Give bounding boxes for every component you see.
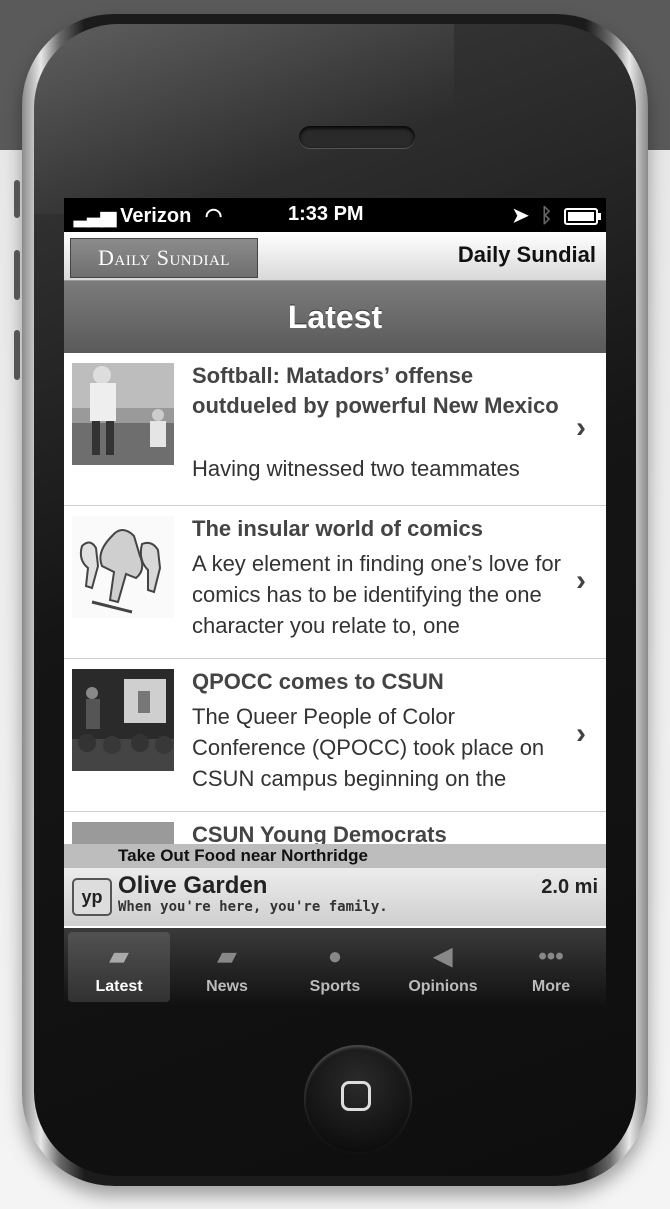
article-thumbnail — [72, 516, 174, 618]
tab-label: Opinions — [408, 978, 478, 995]
article-row-comics[interactable]: The insular world of comics A key elemen… — [64, 506, 606, 659]
ad-banner[interactable]: yp Olive Garden When you're here, you're… — [64, 868, 606, 926]
article-title: Softball: Matadors’ offense outdueled by… — [192, 363, 559, 418]
tab-label: Latest — [95, 978, 143, 995]
mute-switch[interactable] — [14, 180, 20, 218]
article-thumbnail — [72, 669, 174, 771]
tab-label: News — [206, 978, 248, 995]
ad-caption-bar[interactable]: Take Out Food near Northridge — [64, 844, 606, 868]
glass-reflection — [34, 24, 454, 214]
basketball-icon: ● — [327, 943, 343, 970]
tab-more[interactable]: ••• More — [500, 932, 602, 1002]
brand-header: Daily Sundial Daily Sundial — [64, 232, 606, 281]
battery-icon — [564, 208, 601, 226]
wifi-icon: ◠ — [204, 205, 223, 227]
article-thumbnail — [72, 363, 174, 465]
screen: ▂▃▅ Verizon ◠ 1:33 PM ➤ ᛒ Daily Sundial D… — [64, 198, 606, 1006]
ad-distance: 2.0 mi — [541, 876, 598, 898]
more-dots-icon: ••• — [538, 943, 564, 970]
carrier-group: ▂▃▅ Verizon ◠ — [74, 203, 222, 228]
status-time: 1:33 PM — [288, 203, 364, 225]
chevron-right-icon: › — [576, 411, 586, 444]
app-title: Daily Sundial — [457, 242, 596, 267]
page-title: Latest — [287, 299, 383, 335]
earpiece-speaker — [299, 126, 415, 148]
newspaper-icon: ▰ — [217, 943, 237, 970]
article-description: Having witnessed two teammates — [192, 456, 520, 481]
ad-caption: Take Out Food near Northridge — [118, 846, 368, 865]
article-description: A key element in finding one’s love for … — [192, 551, 561, 638]
tab-bar: ▰ Latest ▰ News ● Sports ◀ Opinions ••• … — [64, 928, 606, 1006]
ad-tagline: When you're here, you're family. — [118, 899, 388, 915]
tab-label: Sports — [309, 978, 361, 995]
article-row-qpocc[interactable]: QPOCC comes to CSUN The Queer People of … — [64, 659, 606, 812]
article-title: QPOCC comes to CSUN — [192, 669, 444, 694]
home-button[interactable] — [304, 1045, 412, 1153]
carrier-name: Verizon — [120, 205, 192, 227]
home-square-icon — [341, 1081, 371, 1111]
bluetooth-icon: ᛒ — [540, 205, 553, 227]
tab-latest[interactable]: ▰ Latest — [68, 932, 170, 1002]
chevron-right-icon: › — [576, 564, 586, 597]
article-title: The insular world of comics — [192, 516, 483, 541]
status-bar: ▂▃▅ Verizon ◠ 1:33 PM ➤ ᛒ — [64, 198, 606, 232]
volume-up-button[interactable] — [14, 250, 20, 300]
volume-down-button[interactable] — [14, 330, 20, 380]
yp-logo-icon: yp — [72, 878, 112, 916]
tab-label: More — [531, 978, 571, 995]
tab-news[interactable]: ▰ News — [176, 932, 278, 1002]
article-description: The Queer People of Color Conference (QP… — [192, 704, 545, 791]
ad-business-name: Olive Garden — [118, 872, 268, 899]
megaphone-icon: ◀ — [433, 943, 453, 970]
tab-sports[interactable]: ● Sports — [284, 932, 386, 1002]
signal-bars-icon: ▂▃▅ — [74, 205, 116, 227]
location-arrow-icon: ➤ — [512, 205, 529, 227]
daily-sundial-logo: Daily Sundial — [70, 238, 258, 278]
chevron-right-icon: › — [576, 717, 586, 750]
navigation-bar: Latest — [64, 281, 606, 353]
newspaper-icon: ▰ — [109, 943, 129, 970]
status-right-group: ➤ ᛒ — [512, 203, 601, 228]
tab-opinions[interactable]: ◀ Opinions — [392, 932, 494, 1002]
article-row-softball[interactable]: Softball: Matadors’ offense outdueled by… — [64, 353, 606, 506]
